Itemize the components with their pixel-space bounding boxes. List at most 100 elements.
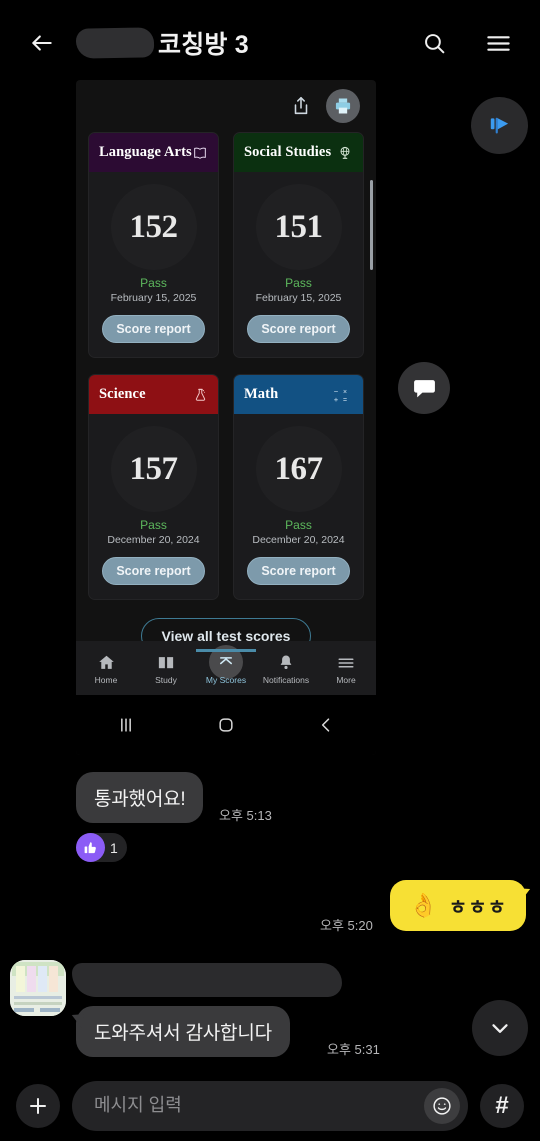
android-system-nav [76,695,376,755]
scroll-to-bottom-button[interactable] [472,1000,528,1056]
score-card[interactable]: Science 157 Pass December 20, 2024 Score… [88,374,219,600]
nav-item-home[interactable]: Home [76,652,136,685]
print-icon [335,98,351,114]
emoji-picker-button[interactable] [424,1087,460,1124]
card-body: 157 Pass December 20, 2024 Score report [89,414,218,599]
message-field-container[interactable] [72,1080,468,1131]
score-circle: 151 [255,184,342,270]
message-text: 통과했어요! [94,789,186,810]
svg-text:=: = [343,396,347,403]
score-value: 152 [129,208,179,245]
nav-label: Study [155,674,177,685]
card-header: Social Studies [234,133,363,172]
reaction-count: 1 [110,839,118,856]
shared-screenshot-image[interactable]: Language Arts 152 Pass February 15, 2025 [76,80,376,755]
active-tab-indicator [196,649,256,652]
message-timestamp: 오후 5:13 [219,808,272,823]
message-timestamp: 오후 5:31 [327,1042,380,1057]
hamburger-menu-icon [336,652,356,672]
chevron-down-icon [492,1024,508,1033]
search-button[interactable] [414,23,454,63]
card-body: 151 Pass February 15, 2025 Score report [234,172,363,357]
nav-label: Home [94,674,118,685]
avatar[interactable] [10,960,66,1016]
test-date: December 20, 2024 [252,534,345,546]
redacted-name-mask [75,27,155,59]
test-date: February 15, 2025 [255,292,342,304]
svg-text:×: × [343,389,347,396]
nav-label: My Scores [205,675,247,685]
message-input-bar: # [0,1070,540,1141]
score-report-button[interactable]: Score report [247,557,350,585]
chat-bubble-icon [413,379,435,397]
chat-title-group[interactable]: 코칭방 3 [75,25,414,61]
score-cards-grid: Language Arts 152 Pass February 15, 2025 [76,132,376,600]
score-card[interactable]: Social Studies 151 Pass February 15, 202… [233,132,364,358]
svg-text:+: + [334,394,339,403]
score-card[interactable]: Math − × + = 167 Pass December 20, 2024 … [233,374,364,600]
status-badge: Pass [140,518,167,532]
screenshot-toolbar [76,80,376,132]
test-date: December 20, 2024 [107,534,200,546]
score-value: 151 [274,208,324,245]
card-subject-label: Math [244,386,279,402]
flask-icon [193,387,208,403]
nav-item-more[interactable]: More [316,652,376,685]
back-button[interactable] [22,23,62,63]
message-timestamp: 오후 5:20 [320,918,373,933]
back-arrow-icon [32,35,52,51]
home-square-icon[interactable] [216,715,236,735]
score-card[interactable]: Language Arts 152 Pass February 15, 2025 [88,132,219,358]
attachment-add-button[interactable] [16,1083,60,1128]
score-value: 157 [129,450,179,487]
search-icon [424,33,444,53]
open-book-icon [156,652,176,672]
home-icon [97,652,116,672]
announcement-button[interactable] [471,97,528,154]
nav-label: Notifications [262,674,310,685]
announcement-flag-icon [490,117,508,133]
globe-icon [337,145,353,161]
card-body: 167 Pass December 20, 2024 Score report [234,414,363,599]
score-report-button[interactable]: Score report [102,557,205,585]
nav-item-study[interactable]: Study [136,652,196,685]
ok-hand-emoji: 👌 [409,892,438,918]
hashtag-button[interactable]: # [480,1083,524,1128]
screenshot-scrollbar[interactable] [370,180,373,270]
bubble-tail [69,1012,85,1028]
search-input[interactable] [94,1095,424,1116]
smiley-face-icon [433,1096,451,1115]
nav-label: More [336,674,356,685]
reaction-badge[interactable]: 1 [76,833,127,862]
message-text: ㅎㅎㅎ [448,897,507,919]
message-bubble-outgoing[interactable]: 👌 ㅎㅎㅎ [390,880,533,931]
print-button[interactable] [326,89,360,123]
message-text: 도와주셔서 감사합니다 [94,1023,272,1044]
score-circle: 152 [110,184,197,270]
card-subject-label: Social Studies [244,144,332,160]
chat-screen: 코칭방 3 Language Arts 152 Pass February 15… [0,0,540,1141]
share-icon[interactable] [290,95,312,117]
card-subject-label: Language Arts [99,144,192,160]
recent-apps-icon[interactable] [116,715,136,735]
app-bottom-nav: Home Study My Scores Notifications More [76,641,376,695]
card-body: 152 Pass February 15, 2025 Score report [89,172,218,357]
message-bubble-incoming[interactable]: 도와주셔서 감사합니다 [69,1006,290,1057]
card-subject-label: Science [99,386,146,402]
hamburger-menu-icon [486,35,510,51]
nav-item-my-scores[interactable]: My Scores [196,645,256,685]
card-header: Math − × + = [234,375,363,414]
chat-shortcut-button[interactable] [398,362,450,414]
message-bubble-incoming[interactable]: 통과했어요! [76,772,204,823]
status-badge: Pass [285,276,312,290]
nav-item-notifications[interactable]: Notifications [256,652,316,685]
back-chevron-icon[interactable] [316,715,336,735]
menu-button[interactable] [478,23,518,63]
test-date: February 15, 2025 [110,292,197,304]
page-title: 코칭방 3 [158,31,249,59]
thumbs-up-icon [76,833,105,862]
card-header: Science [89,375,218,414]
score-report-button[interactable]: Score report [102,315,205,343]
score-report-button[interactable]: Score report [247,315,350,343]
card-header: Language Arts [89,133,218,172]
